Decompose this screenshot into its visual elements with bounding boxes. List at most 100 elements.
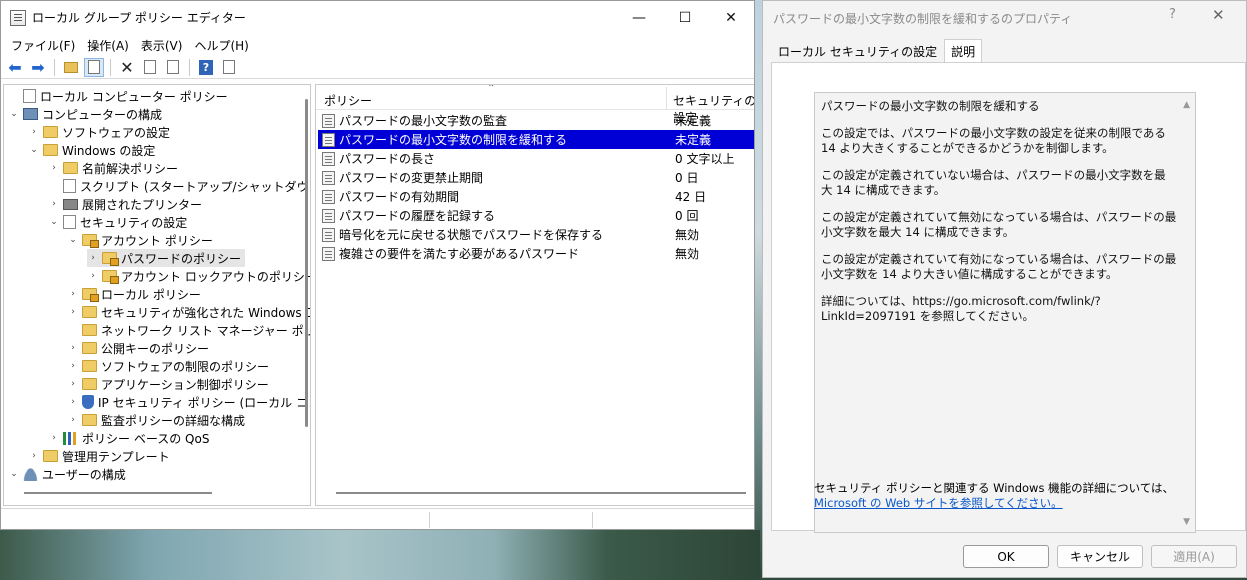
tree-item-label: Windows の設定 xyxy=(62,143,156,158)
chevron-right-icon[interactable]: › xyxy=(67,307,79,317)
apply-button[interactable]: 適用(A) xyxy=(1151,545,1237,568)
tree-item[interactable]: › ポリシー ベースの QoS xyxy=(48,429,209,447)
policy-list-pane: ⌃ ポリシー セキュリティの設定 パスワードの最小文字数の監査 未定義 パスワード… xyxy=(315,84,754,506)
policy-name: パスワードの変更禁止期間 xyxy=(339,171,484,185)
back-arrow-icon[interactable]: ⬅ xyxy=(5,58,25,77)
view-icon[interactable] xyxy=(219,58,239,77)
chevron-right-icon[interactable]: › xyxy=(48,199,60,209)
cancel-button[interactable]: キャンセル xyxy=(1057,545,1143,568)
policy-icon xyxy=(322,227,335,242)
export-icon[interactable] xyxy=(163,58,183,77)
tree-vertical-scrollbar[interactable] xyxy=(305,99,308,427)
tree-item[interactable]: スクリプト (スタートアップ/シャットダウン) xyxy=(48,177,310,195)
ok-button[interactable]: OK xyxy=(963,545,1049,568)
chevron-right-icon[interactable]: › xyxy=(87,253,99,263)
minimize-button[interactable]: — xyxy=(616,1,662,34)
chevron-right-icon[interactable]: › xyxy=(48,163,60,173)
dialog-close-button[interactable]: ✕ xyxy=(1212,6,1225,24)
toolbar: ⬅ ➡ ✕ ? xyxy=(1,56,754,79)
chevron-right-icon[interactable]: › xyxy=(67,361,79,371)
policy-row-selected[interactable]: パスワードの最小文字数の制限を緩和する 未定義 xyxy=(318,130,754,149)
policy-row[interactable]: パスワードの最小文字数の監査 未定義 xyxy=(318,111,754,130)
tree-item[interactable]: › アカウント ロックアウトのポリシー xyxy=(87,267,311,285)
help-icon[interactable]: ? xyxy=(196,58,216,77)
policy-value: 0 文字以上 xyxy=(675,152,735,166)
tree-item[interactable]: ⌄ セキュリティの設定 xyxy=(48,213,187,231)
tree-item[interactable]: ⌄ ユーザーの構成 xyxy=(8,465,126,483)
help-button[interactable]: ? xyxy=(1169,7,1176,22)
chevron-down-icon[interactable]: ⌄ xyxy=(8,469,20,479)
tree-item-password-policy[interactable]: › パスワードのポリシー xyxy=(87,249,246,267)
chevron-right-icon[interactable]: › xyxy=(28,451,40,461)
explain-textbox[interactable]: パスワードの最小文字数の制限を緩和する この設定では、パスワードの最小文字数の設… xyxy=(814,92,1196,533)
folder-icon xyxy=(82,342,97,354)
policy-doc-icon xyxy=(23,89,36,103)
tree-item[interactable]: › セキュリティが強化された Windows Defe xyxy=(67,303,310,321)
tree-item[interactable]: › ソフトウェアの制限のポリシー xyxy=(67,357,269,375)
window-controls: — ☐ ✕ xyxy=(616,1,754,34)
chevron-down-icon[interactable]: ⌄ xyxy=(67,235,79,245)
folder-icon xyxy=(82,306,97,318)
tree-item[interactable]: › ローカル ポリシー xyxy=(67,285,201,303)
tree-item[interactable]: › ソフトウェアの設定 xyxy=(28,123,170,141)
tree-item[interactable]: ネットワーク リスト マネージャー ポリシー xyxy=(67,321,310,339)
explain-paragraph: この設定が定義されていない場合は、パスワードの最小文字数を最大 14 に構成でき… xyxy=(821,168,1166,197)
policy-row[interactable]: パスワードの変更禁止期間 0 日 xyxy=(318,168,754,187)
tree-item[interactable]: › IP セキュリティ ポリシー (ローカル コンピュー xyxy=(67,393,310,411)
tree-item[interactable]: › 名前解決ポリシー xyxy=(48,159,178,177)
tree-item[interactable]: ローカル コンピューター ポリシー xyxy=(8,87,228,105)
tab-local-security-setting[interactable]: ローカル セキュリティの設定 xyxy=(771,39,944,63)
status-bar xyxy=(1,508,754,529)
menu-help[interactable]: ヘルプ(H) xyxy=(188,37,254,54)
up-folder-icon[interactable] xyxy=(61,58,81,77)
scroll-down-icon[interactable]: ▼ xyxy=(1183,517,1190,527)
tree-item[interactable]: ⌄ アカウント ポリシー xyxy=(67,231,213,249)
tree-item[interactable]: ⌄ コンピューターの構成 xyxy=(8,105,162,123)
chevron-right-icon[interactable]: › xyxy=(87,271,99,281)
tree-horizontal-scrollbar[interactable] xyxy=(24,492,212,494)
chevron-right-icon[interactable]: › xyxy=(67,289,79,299)
maximize-button[interactable]: ☐ xyxy=(662,1,708,34)
list-horizontal-scrollbar[interactable] xyxy=(336,492,746,494)
tree-item[interactable]: › 管理用テンプレート xyxy=(28,447,169,465)
app-icon xyxy=(10,9,26,26)
tree-item[interactable]: › 監査ポリシーの詳細な構成 xyxy=(67,411,245,429)
dialog-tab-body: パスワードの最小文字数の制限を緩和する この設定では、パスワードの最小文字数の設… xyxy=(771,62,1246,533)
menu-action[interactable]: 操作(A) xyxy=(81,37,135,54)
column-divider[interactable] xyxy=(666,87,667,109)
tree-item[interactable]: › 展開されたプリンター xyxy=(48,195,202,213)
close-button[interactable]: ✕ xyxy=(708,1,754,34)
menu-view[interactable]: 表示(V) xyxy=(135,37,189,54)
column-header-policy[interactable]: ポリシー xyxy=(324,92,372,109)
tree-item[interactable]: › 公開キーのポリシー xyxy=(67,339,209,357)
show-tree-icon[interactable] xyxy=(84,57,104,77)
chevron-right-icon[interactable]: › xyxy=(67,397,79,407)
forward-arrow-icon[interactable]: ➡ xyxy=(28,58,48,77)
chevron-right-icon[interactable]: › xyxy=(67,415,79,425)
properties-icon[interactable] xyxy=(140,58,160,77)
policy-row[interactable]: 複雑さの要件を満たす必要があるパスワード 無効 xyxy=(318,244,754,263)
chevron-right-icon[interactable]: › xyxy=(67,379,79,389)
menu-file[interactable]: ファイル(F) xyxy=(5,37,81,54)
chevron-down-icon[interactable]: ⌄ xyxy=(28,145,40,155)
chevron-down-icon[interactable]: ⌄ xyxy=(8,109,20,119)
policy-row[interactable]: 暗号化を元に戻せる状態でパスワードを保存する 無効 xyxy=(318,225,754,244)
policy-row[interactable]: パスワードの履歴を記録する 0 回 xyxy=(318,206,754,225)
chevron-right-icon[interactable]: › xyxy=(28,127,40,137)
chevron-down-icon[interactable]: ⌄ xyxy=(48,217,60,227)
delete-icon[interactable]: ✕ xyxy=(117,58,137,77)
chevron-right-icon[interactable]: › xyxy=(67,343,79,353)
tree-item-label: アカウント ロックアウトのポリシー xyxy=(121,269,311,284)
chart-icon xyxy=(63,431,78,445)
policy-row[interactable]: パスワードの有効期間 42 日 xyxy=(318,187,754,206)
policy-icon xyxy=(322,132,335,147)
tree-item[interactable]: › アプリケーション制御ポリシー xyxy=(67,375,269,393)
title-bar[interactable]: ローカル グループ ポリシー エディター — ☐ ✕ xyxy=(1,1,754,34)
scroll-up-icon[interactable]: ▲ xyxy=(1183,100,1190,110)
tree-item-label: 監査ポリシーの詳細な構成 xyxy=(101,413,246,428)
tree-item-label: ソフトウェアの制限のポリシー xyxy=(101,359,270,374)
chevron-right-icon[interactable]: › xyxy=(48,433,60,443)
microsoft-website-link[interactable]: Microsoft の Web サイトを参照してください。 xyxy=(814,496,1063,510)
policy-row[interactable]: パスワードの長さ 0 文字以上 xyxy=(318,149,754,168)
tree-item[interactable]: ⌄ Windows の設定 xyxy=(28,141,155,159)
